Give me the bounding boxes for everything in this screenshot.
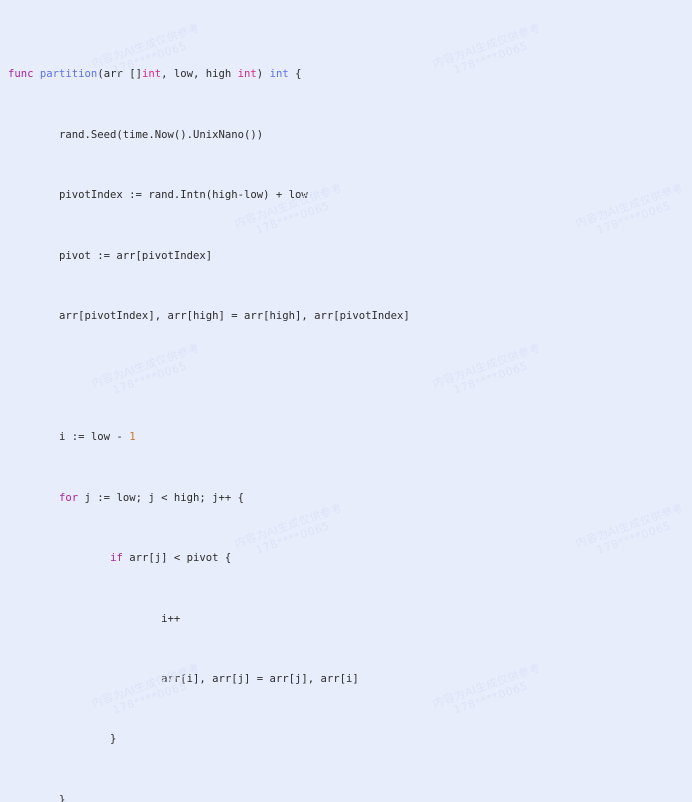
code-line: pivot := arr[pivotIndex] <box>8 249 213 262</box>
code-line: for j := low; j < high; j++ { <box>59 491 244 504</box>
code-line: i++ <box>8 612 181 625</box>
code-line: if arr[j] < pivot { <box>110 552 232 565</box>
code-line: rand.Seed(time.Now().UnixNano()) <box>8 128 264 141</box>
code-line: } <box>8 733 117 746</box>
code-line: func partition(arr []int, low, high int)… <box>8 68 302 81</box>
code-block[interactable]: func partition(arr []int, low, high int)… <box>0 0 692 802</box>
code-line: arr[i], arr[j] = arr[j], arr[i] <box>8 673 359 685</box>
code-screenshot: func partition(arr []int, low, high int)… <box>0 0 692 802</box>
code-line: i := low - 1 <box>8 431 136 444</box>
code-line: arr[pivotIndex], arr[high] = arr[high], … <box>8 310 410 323</box>
code-line: pivotIndex := rand.Intn(high-low) + low <box>8 189 308 202</box>
code-line: } <box>8 793 66 802</box>
